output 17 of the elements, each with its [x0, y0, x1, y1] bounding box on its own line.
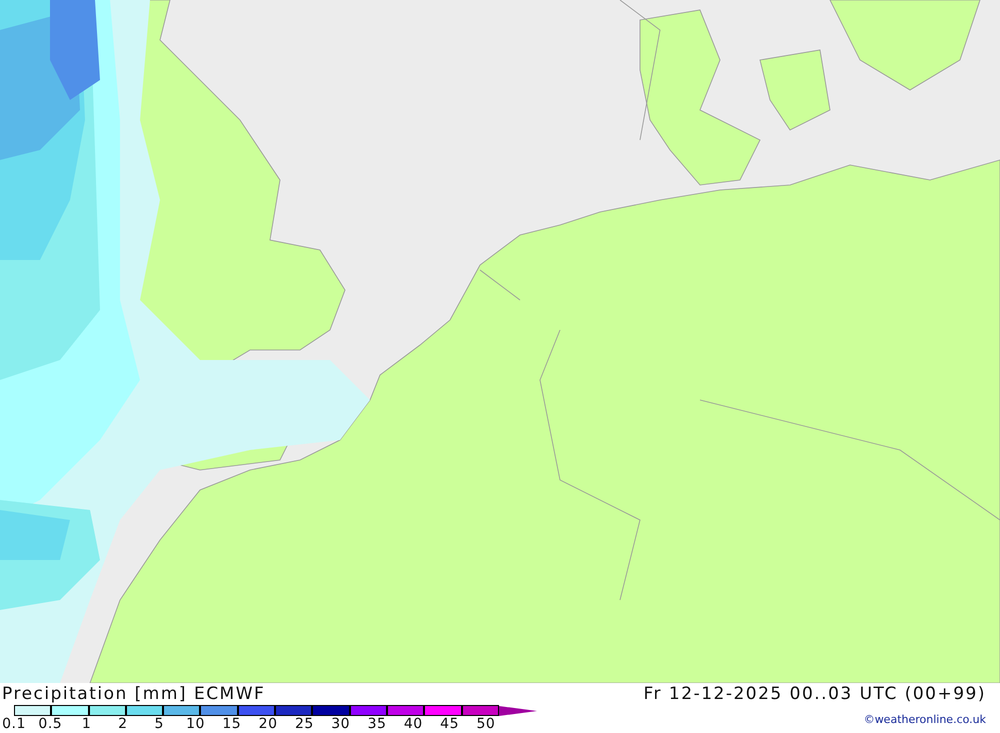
- legend-label: 2: [118, 716, 128, 732]
- legend-label: 15: [222, 716, 242, 732]
- valid-time: Fr 12-12-2025 00..03 UTC (00+99): [644, 683, 986, 705]
- legend-label: 10: [186, 716, 205, 732]
- legend-label: 45: [440, 716, 459, 732]
- legend-label: 20: [258, 716, 278, 732]
- legend-label: 1: [82, 716, 92, 732]
- legend-label: 30: [331, 716, 350, 732]
- credit-text: ©weatheronline.co.uk: [864, 713, 986, 726]
- legend-label: 0.1: [2, 716, 26, 732]
- map-title: Precipitation [mm] ECMWF: [2, 683, 266, 705]
- legend-label: 5: [154, 716, 164, 732]
- legend-label: 50: [476, 716, 496, 732]
- legend-label: 35: [368, 716, 386, 732]
- legend-label: 0.5: [38, 716, 62, 732]
- legend-label: 25: [294, 716, 314, 732]
- legend-label: 40: [404, 716, 423, 732]
